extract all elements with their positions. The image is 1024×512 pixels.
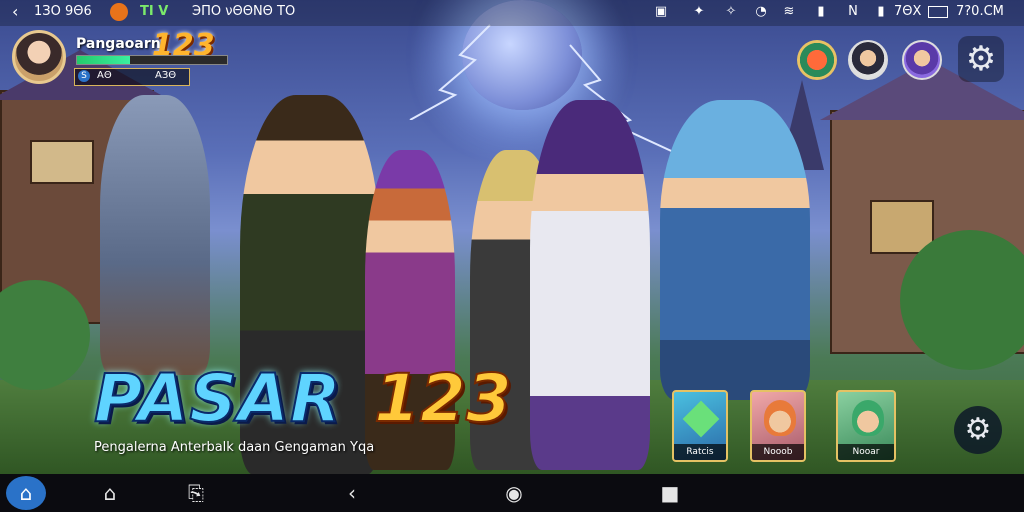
home-icon[interactable]: ⌂ [6,476,46,510]
gem-icon [682,400,720,438]
settings-button-icon[interactable]: ⚙ [954,406,1002,454]
stat-right: ΑЗΘ [155,70,177,81]
player-stats: S ΑΘ ΑЗΘ [74,68,190,86]
nfc-icon: N [848,4,858,19]
square-recents-icon[interactable]: ■ [650,474,690,512]
battery-text: 7ΘΧ [894,4,922,19]
logo-number: 123 [373,359,513,438]
settings-gear-icon[interactable]: ⚙ [958,36,1004,82]
hero-card-3-label: Nooar [838,444,894,460]
screenshot-icon: ▣ [654,4,668,19]
hero-avatar-2-icon[interactable] [902,40,942,80]
house-outline-icon[interactable]: ⌂ [90,474,130,512]
purple-haired-girl [530,100,650,470]
shop-sign [30,140,94,184]
hero-card-1[interactable]: Ratcis [672,390,728,462]
app-badge-text: ТІ V [140,4,169,19]
player-name: Pangaoarn [76,36,161,52]
system-status-bar: ‹ 1ЗΟ 9Θ6 ТІ V ЭΠΟ νΘΘΝΘ ΤΟ ▣ ✦ ✧ ◔ ≋ ▮ … [0,0,1024,26]
hero-card-1-label: Ratcis [674,444,726,460]
circle-home-icon[interactable]: ◉ [494,474,534,512]
back-arrow-icon[interactable]: ‹ [12,2,18,21]
app-notification-icon [110,3,128,21]
stat-left: ΑΘ [97,70,112,81]
compass-icon: ✦ [693,4,705,19]
armored-knight [100,95,210,375]
blue-haired-warrior [660,100,810,400]
battery-icon [928,6,948,18]
hero-portrait-3 [852,400,884,436]
cell-signal-icon: ▮ [877,4,885,19]
badge-emblem-icon[interactable] [797,40,837,80]
lightning-bolt-left [409,24,491,120]
hero-avatar-1-icon[interactable] [848,40,888,80]
logo-tagline: Pengalerna Anterbalk daan Gengaman Yqa [94,440,375,455]
status-notice: ЭΠΟ νΘΘΝΘ ΤΟ [192,4,296,19]
hero-portrait-2 [764,400,796,436]
alarm-icon: ◔ [755,4,767,19]
stat-icon: S [78,70,90,82]
sparkle-icon: ✧ [725,4,737,19]
status-left-time: 1ЗΟ 9Θ6 [34,4,92,19]
xp-bar [76,55,228,65]
signal-icon: ▮ [817,4,825,19]
status-clock: 7?0.CM [956,4,1004,19]
hero-card-2[interactable]: Nooob [750,390,806,462]
navigation-bar: ⌂ ⌂ ⎘ ‹ ◉ ■ [0,474,1024,512]
xp-bar-fill [77,56,130,64]
hero-card-2-label: Nooob [752,444,804,460]
player-avatar[interactable] [12,30,66,84]
logo-word: PASAR [93,359,342,438]
hero-card-3[interactable]: Nooar [836,390,896,462]
wifi-icon: ≋ [783,4,795,19]
back-icon[interactable]: ‹ [332,474,372,512]
rotate-icon[interactable]: ⎘ [176,474,216,512]
